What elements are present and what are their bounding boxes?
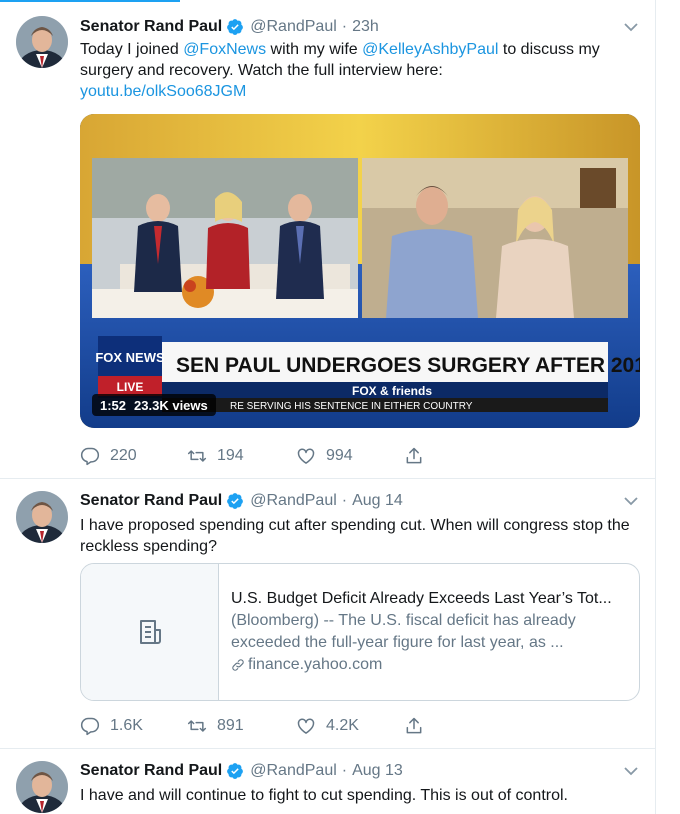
author-name[interactable]: Senator Rand Paul bbox=[80, 18, 222, 36]
reply-count: 220 bbox=[110, 447, 137, 464]
heart-icon bbox=[297, 718, 315, 734]
share-icon bbox=[406, 447, 422, 464]
tweet[interactable]: Senator Rand Paul @RandPaul · 23h Today … bbox=[0, 0, 656, 479]
article-icon bbox=[139, 620, 161, 644]
link-icon bbox=[232, 659, 244, 671]
timestamp[interactable]: Aug 14 bbox=[352, 492, 403, 510]
url-link[interactable]: youtu.be/olkSoo68JGM bbox=[80, 83, 246, 100]
live-label: LIVE bbox=[117, 380, 144, 394]
verified-badge-icon bbox=[227, 19, 244, 35]
author-name[interactable]: Senator Rand Paul bbox=[80, 492, 222, 510]
avatar[interactable] bbox=[16, 761, 68, 813]
tweet-header: Senator Rand Paul @RandPaul · 23h bbox=[80, 16, 379, 38]
tweet-text-part: with my wife bbox=[266, 41, 363, 58]
video-player[interactable]: SEN PAUL UNDERGOES SURGERY AFTER 2017 AT… bbox=[80, 114, 640, 428]
retweet-button[interactable]: 194 bbox=[187, 446, 296, 466]
show-logo: FOX & friends bbox=[352, 384, 432, 398]
reply-button[interactable]: 220 bbox=[80, 446, 187, 466]
timestamp[interactable]: Aug 13 bbox=[352, 762, 403, 780]
card-title: U.S. Budget Deficit Already Exceeds Last… bbox=[231, 590, 612, 607]
avatar[interactable] bbox=[16, 491, 68, 543]
card-domain: finance.yahoo.com bbox=[248, 656, 383, 673]
share-icon bbox=[406, 717, 422, 734]
tweet-actions: 220 194 994 bbox=[80, 446, 434, 466]
like-button[interactable]: 4.2K bbox=[296, 716, 404, 736]
timeline: Senator Rand Paul @RandPaul · 23h Today … bbox=[0, 0, 656, 814]
tweet-actions: 1.6K 891 4.2K bbox=[80, 716, 434, 736]
tweet-header: Senator Rand Paul @RandPaul · Aug 14 bbox=[80, 490, 403, 512]
verified-badge-icon bbox=[227, 493, 244, 509]
like-button[interactable]: 994 bbox=[296, 446, 404, 466]
author-handle[interactable]: @RandPaul bbox=[250, 762, 337, 780]
reply-button[interactable]: 1.6K bbox=[80, 716, 187, 736]
chevron-down-icon[interactable] bbox=[624, 766, 638, 776]
author-handle[interactable]: @RandPaul bbox=[250, 18, 337, 36]
reply-count: 1.6K bbox=[110, 717, 143, 734]
retweet-icon bbox=[187, 450, 207, 462]
timestamp[interactable]: 23h bbox=[352, 18, 379, 36]
chevron-down-icon[interactable] bbox=[624, 22, 638, 32]
author-name[interactable]: Senator Rand Paul bbox=[80, 762, 222, 780]
channel-bug: FOX NEWS bbox=[95, 350, 165, 365]
avatar[interactable] bbox=[16, 16, 68, 68]
video-duration: 1:52 bbox=[100, 397, 127, 413]
reply-icon bbox=[80, 717, 100, 736]
video-views: 23.3K views bbox=[134, 397, 208, 413]
share-button[interactable] bbox=[404, 716, 434, 736]
tweet-text: I have and will continue to fight to cut… bbox=[80, 787, 568, 804]
video-thumbnail: SEN PAUL UNDERGOES SURGERY AFTER 2017 AT… bbox=[80, 114, 640, 428]
retweet-icon bbox=[187, 720, 207, 732]
author-handle[interactable]: @RandPaul bbox=[250, 492, 337, 510]
heart-icon bbox=[297, 448, 315, 464]
tweet-text: I have proposed spending cut after spend… bbox=[80, 517, 630, 555]
ticker-text: RE SERVING HIS SENTENCE IN EITHER COUNTR… bbox=[230, 401, 473, 412]
tweet-text-part: Today I joined bbox=[80, 41, 184, 58]
like-count: 994 bbox=[326, 447, 353, 464]
card-url: finance.yahoo.com bbox=[231, 654, 631, 676]
retweet-button[interactable]: 891 bbox=[187, 716, 296, 736]
chevron-down-icon[interactable] bbox=[624, 496, 638, 506]
headline-text: SEN PAUL UNDERGOES SURGERY AFTER 2017 AT… bbox=[176, 354, 640, 377]
retweet-count: 891 bbox=[217, 717, 244, 734]
tweet-header: Senator Rand Paul @RandPaul · Aug 13 bbox=[80, 760, 403, 782]
tweet-text: Today I joined @FoxNews with my wife @Ke… bbox=[80, 39, 640, 102]
share-button[interactable] bbox=[404, 446, 434, 466]
verified-badge-icon bbox=[227, 763, 244, 779]
avatar-image bbox=[16, 16, 68, 68]
separator: · bbox=[341, 762, 348, 779]
link-card[interactable]: U.S. Budget Deficit Already Exceeds Last… bbox=[80, 563, 640, 701]
card-thumbnail bbox=[81, 564, 219, 700]
mention-link[interactable]: @FoxNews bbox=[183, 41, 266, 58]
tweet[interactable]: Senator Rand Paul @RandPaul · Aug 13 I h… bbox=[0, 749, 656, 814]
avatar-image bbox=[16, 761, 68, 813]
like-count: 4.2K bbox=[326, 717, 359, 734]
reply-icon bbox=[80, 447, 100, 466]
separator: · bbox=[341, 492, 348, 509]
card-body: U.S. Budget Deficit Already Exceeds Last… bbox=[231, 588, 631, 676]
tweet[interactable]: Senator Rand Paul @RandPaul · Aug 14 I h… bbox=[0, 479, 656, 749]
avatar-image bbox=[16, 491, 68, 543]
video-info-badge: 1:52 23.3K views bbox=[92, 394, 216, 416]
retweet-count: 194 bbox=[217, 447, 244, 464]
separator: · bbox=[341, 18, 348, 35]
card-description: (Bloomberg) -- The U.S. fiscal deficit h… bbox=[231, 612, 576, 651]
mention-link[interactable]: @KelleyAshbyPaul bbox=[362, 41, 498, 58]
